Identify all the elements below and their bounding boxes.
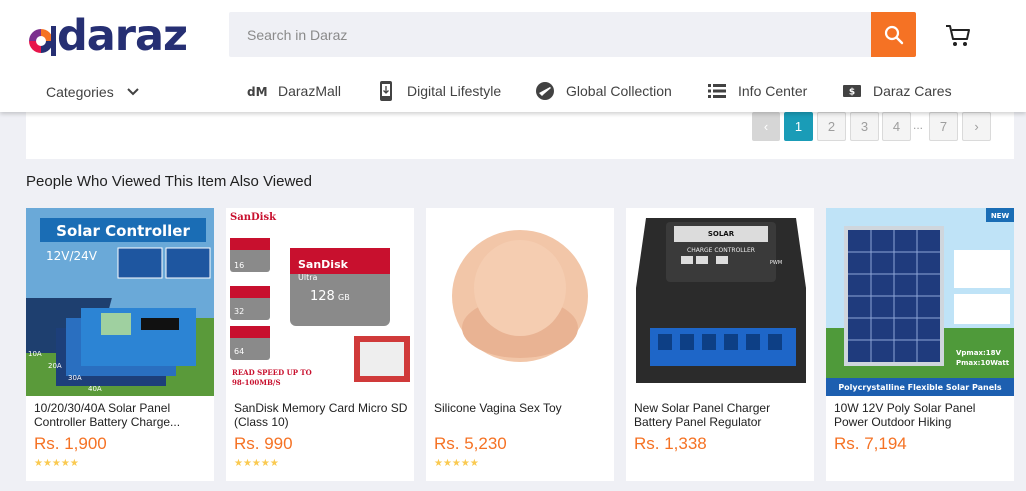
img-capacity: 128 [310,289,335,304]
main-nav: Categories dM DarazMall Digital Lifestyl… [0,76,1026,106]
rating-stars: ★★★★★ [234,458,279,469]
page-button-1[interactable]: 1 [784,112,813,141]
product-image[interactable]: Solar Controller 12V/24V 10A 20A 30A 40A [26,208,214,396]
cash-icon: $ [841,80,863,102]
product-image[interactable]: NEW Vpmax:18V Pmax:10Watt Polycrystallin… [826,208,1014,396]
page-button-2[interactable]: 2 [817,112,846,141]
categories-dropdown[interactable]: Categories [46,84,140,100]
nav-label: Digital Lifestyle [407,83,502,99]
img-cap-64: 64 [234,347,244,356]
product-card[interactable]: NEW Vpmax:18V Pmax:10Watt Polycrystallin… [826,208,1014,481]
page-button-3[interactable]: 3 [850,112,879,141]
product-name[interactable]: Silicone Vagina Sex Toy [434,401,608,429]
product-image[interactable]: SanDisk SanDisk Ultra 128 GB 16 32 64 RE… [226,208,414,396]
svg-text:$: $ [849,88,855,98]
img-label-10a: 10A [28,350,42,358]
site-header: daraz Categories dM DarazMall [0,0,1026,112]
daraz-logo[interactable]: daraz [26,11,188,61]
product-card[interactable]: SanDisk SanDisk Ultra 128 GB 16 32 64 RE… [226,208,414,481]
section-title: People Who Viewed This Item Also Viewed [26,173,312,190]
nav-global-collection[interactable]: Global Collection [534,80,672,102]
img-brand-2: SanDisk [298,258,349,271]
product-name[interactable]: 10/20/30/40A Solar Panel Controller Batt… [34,401,208,429]
cart-icon[interactable] [945,24,971,48]
page-button-last[interactable]: 7 [929,112,958,141]
img-cap-32: 32 [234,307,244,316]
categories-label: Categories [46,84,114,100]
product-image[interactable]: SOLAR CHARGE CONTROLLER PWM [626,208,814,396]
img-speed: READ SPEED UP TO [232,368,312,377]
pagination-ellipsis: ... [913,118,924,132]
img-label-30a: 30A [68,374,82,382]
img-ultra: Ultra [298,273,318,282]
nav-label: Global Collection [566,83,672,99]
product-price: Rs. 1,338 [634,434,707,453]
product-price: Rs. 7,194 [834,434,907,453]
search-button[interactable] [871,12,916,57]
img-brand: SanDisk [230,212,277,223]
nav-info-center[interactable]: Info Center [706,80,807,102]
search-bar [229,12,916,57]
img-pwm: PWM [770,260,782,266]
img-new: NEW [991,212,1010,220]
logo-wordmark: daraz [57,11,188,61]
product-name[interactable]: 10W 12V Poly Solar Panel Power Outdoor H… [834,401,1008,429]
prev-page-button[interactable]: ‹ [752,112,780,141]
chevron-down-icon [126,88,139,96]
img-speed-value: 98-100MB/S [232,378,281,387]
nav-darazmall[interactable]: dM DarazMall [246,80,341,102]
plane-icon [534,80,556,102]
search-icon [884,25,903,44]
product-price: Rs. 990 [234,434,293,453]
next-page-button[interactable]: › [962,112,991,141]
nav-label: Info Center [738,83,808,99]
product-card[interactable]: Solar Controller 12V/24V 10A 20A 30A 40A… [26,208,214,481]
img-gb: GB [338,293,350,302]
rating-stars: ★★★★★ [34,458,79,469]
logo-mark-icon [29,26,56,56]
img-pmax: Pmax:10Watt [956,359,1010,367]
page-button-4[interactable]: 4 [882,112,911,141]
product-image[interactable] [426,208,614,396]
nav-label: DarazMall [278,83,342,99]
img-label-20a: 20A [48,362,62,370]
product-price: Rs. 1,900 [34,434,107,453]
product-price: Rs. 5,230 [434,434,507,453]
product-card[interactable]: Silicone Vagina Sex Toy Rs. 5,230 ★★★★★ [426,208,614,481]
nav-label: Daraz Cares [873,83,952,99]
svg-text:dM: dM [247,85,267,98]
product-name[interactable]: SanDisk Memory Card Micro SD (Class 10) [234,401,408,429]
rating-stars: ★★★★★ [434,458,479,469]
img-title: Solar Controller [56,222,190,240]
search-input[interactable] [229,12,871,57]
darazmall-icon: dM [246,80,268,102]
nav-daraz-cares[interactable]: $ Daraz Cares [841,80,952,102]
img-charge: CHARGE CONTROLLER [687,247,755,254]
img-solar: SOLAR [708,230,735,238]
img-cap-16: 16 [234,261,244,270]
product-card[interactable]: SOLAR CHARGE CONTROLLER PWM New Solar Pa… [626,208,814,481]
img-caption: Polycrystalline Flexible Solar Panels [838,383,1002,392]
list-icon [706,80,728,102]
img-label-40a: 40A [88,385,102,393]
phone-icon [375,80,397,102]
nav-digital-lifestyle[interactable]: Digital Lifestyle [375,80,501,102]
img-vpmax: Vpmax:18V [956,349,1002,357]
product-name[interactable]: New Solar Panel Charger Battery Panel Re… [634,401,808,429]
img-voltage: 12V/24V [46,249,98,263]
